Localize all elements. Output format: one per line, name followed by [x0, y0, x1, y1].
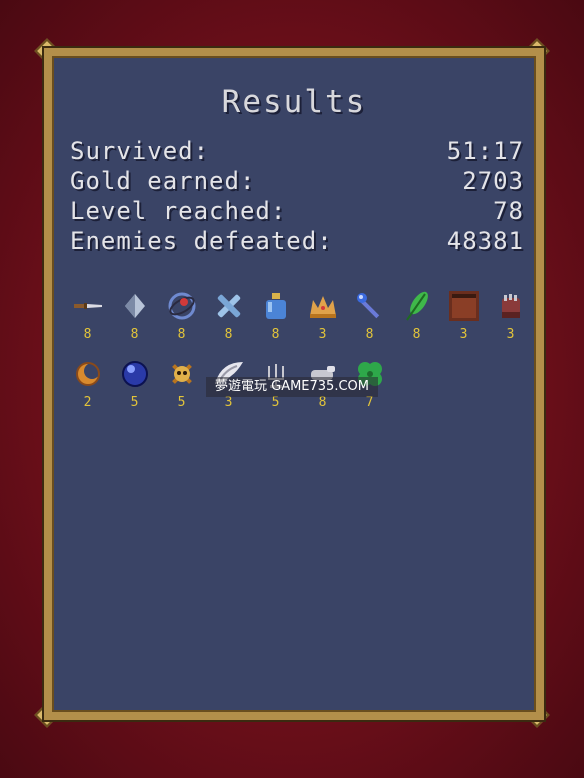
stat-label: Survived: [70, 137, 210, 165]
item-slot[interactable]: 8 [64, 288, 111, 342]
crown-icon [309, 296, 336, 318]
tome-icon [448, 291, 479, 321]
knife-icon [73, 303, 102, 309]
wand-icon [356, 293, 379, 319]
orb-icon [121, 361, 148, 387]
item-slot[interactable]: 8 [393, 288, 440, 342]
watermark: 夢遊電玩 GAME735.COM [206, 377, 378, 397]
item-slot[interactable]: 8 [252, 288, 299, 342]
item-level: 3 [506, 327, 515, 342]
stat-value: 78 [493, 197, 524, 225]
stat-value: 2703 [462, 167, 524, 195]
orbit-ring-icon [168, 292, 195, 320]
stat-label: Gold earned: [70, 167, 256, 195]
item-level: 8 [271, 327, 280, 342]
stat-label: Enemies defeated: [70, 227, 333, 255]
gauntlet-icon [501, 294, 520, 318]
item-level: 8 [83, 327, 92, 342]
item-slot[interactable]: 8 [346, 288, 393, 342]
item-level: 5 [130, 395, 139, 410]
item-level: 8 [177, 327, 186, 342]
item-level: 5 [271, 395, 280, 410]
item-slot[interactable]: 3 [299, 288, 346, 342]
item-slot[interactable]: 5 [111, 356, 158, 410]
item-level: 5 [177, 395, 186, 410]
skull-icon [171, 364, 192, 384]
item-level: 7 [365, 395, 374, 410]
item-level: 3 [459, 327, 468, 342]
bottle-icon [265, 293, 286, 319]
results-title: Results [221, 84, 367, 120]
item-level: 8 [412, 327, 421, 342]
item-slot[interactable]: 3 [440, 288, 487, 342]
item-level: 8 [318, 395, 327, 410]
item-slot[interactable]: 2 [64, 356, 111, 410]
item-level: 2 [83, 395, 92, 410]
crystal-icon [124, 294, 145, 318]
item-level: 3 [318, 327, 327, 342]
stats-list: Survived: 51:17 Gold earned: 2703 Level … [70, 136, 524, 256]
stat-row-survived: Survived: 51:17 [70, 136, 524, 166]
stat-value: 51:17 [446, 137, 524, 165]
item-slot[interactable]: 8 [111, 288, 158, 342]
item-slot[interactable]: 8 [158, 288, 205, 342]
stat-row-gold: Gold earned: 2703 [70, 166, 524, 196]
item-slot[interactable]: 3 [487, 288, 534, 342]
cross-icon [217, 294, 240, 318]
stat-value: 48381 [446, 227, 524, 255]
stat-row-enemies: Enemies defeated: 48381 [70, 226, 524, 256]
item-slot[interactable]: 5 [158, 356, 205, 410]
item-level: 8 [224, 327, 233, 342]
moon-pendant-icon [75, 362, 100, 386]
stat-label: Level reached: [70, 197, 287, 225]
feather-icon [405, 291, 428, 321]
item-level: 3 [224, 395, 233, 410]
item-slot[interactable]: 8 [205, 288, 252, 342]
stat-row-level: Level reached: 78 [70, 196, 524, 226]
item-level: 8 [130, 327, 139, 342]
item-level: 8 [365, 327, 374, 342]
